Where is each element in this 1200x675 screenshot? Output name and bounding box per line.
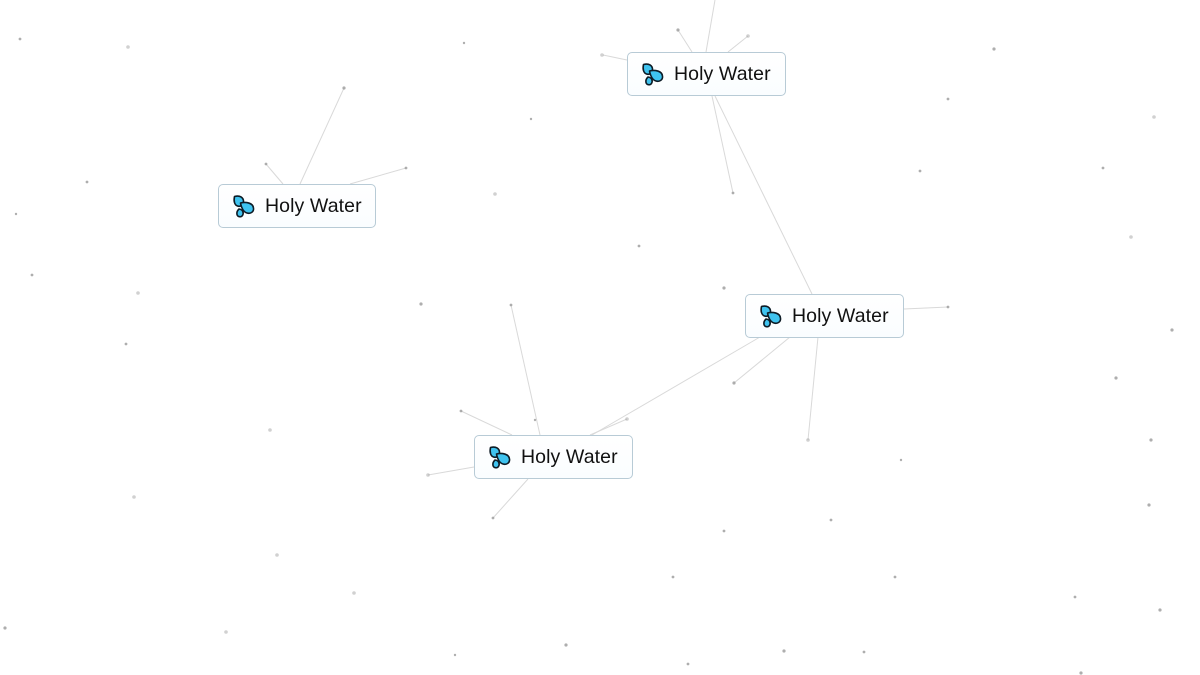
element-tile-holy-water[interactable]: Holy Water <box>218 184 376 228</box>
water-drops-icon <box>233 195 255 218</box>
element-tile-label: Holy Water <box>792 304 889 327</box>
element-tile-holy-water[interactable]: Holy Water <box>745 294 904 338</box>
water-drops-icon <box>489 446 511 469</box>
element-tile-label: Holy Water <box>674 62 771 85</box>
element-tile-label: Holy Water <box>521 445 618 468</box>
water-drops-icon <box>642 63 664 86</box>
element-tile-holy-water[interactable]: Holy Water <box>474 435 633 479</box>
crafting-canvas[interactable]: Holy Water Holy Water Holy Water Holy Wa… <box>0 0 1200 675</box>
element-tile-label: Holy Water <box>265 194 362 217</box>
element-tile-holy-water[interactable]: Holy Water <box>627 52 786 96</box>
water-drops-icon <box>760 305 782 328</box>
